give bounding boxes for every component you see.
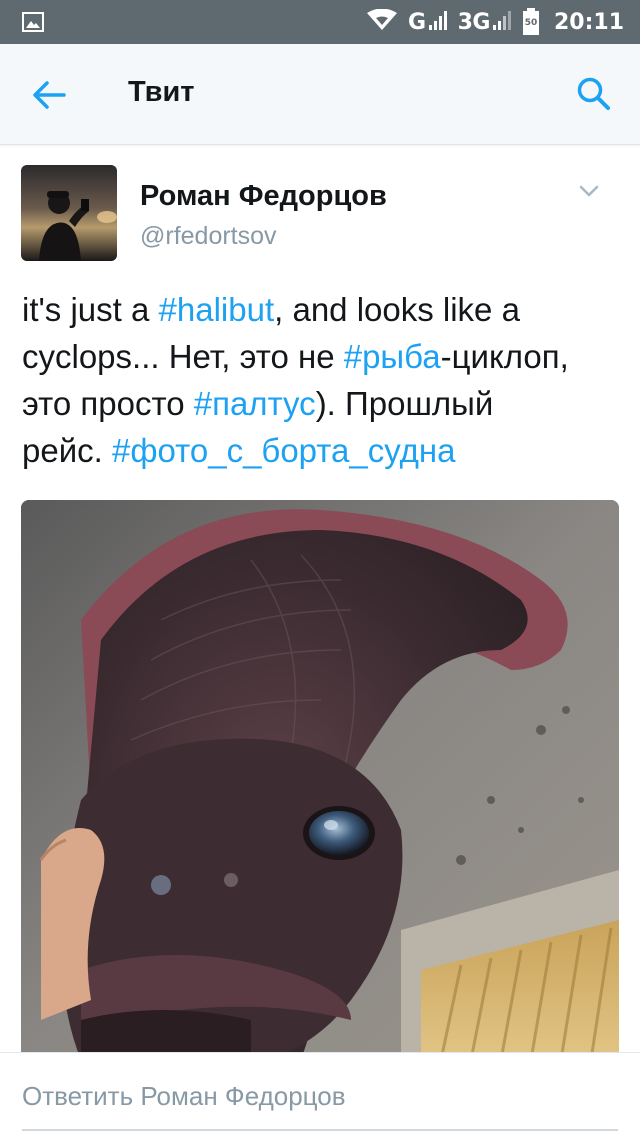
- tweet-text-line: it's just a #halibut, and looks like a: [22, 286, 622, 333]
- back-button[interactable]: [26, 72, 72, 118]
- tweet-photo[interactable]: [21, 500, 619, 1060]
- tweet-text-segment: ). Прошлый: [315, 385, 494, 422]
- halibut-photo: [21, 500, 619, 1060]
- tweet-options-button[interactable]: [575, 180, 603, 202]
- hashtag-link[interactable]: #halibut: [159, 291, 275, 328]
- reply-input[interactable]: Ответить Роман Федорцов: [22, 1081, 346, 1112]
- tweet-text-segment: это просто: [22, 385, 194, 422]
- app-bar: Твит: [0, 44, 640, 145]
- author-handle[interactable]: @rfedortsov: [140, 222, 277, 251]
- signal-icon-2: [492, 9, 512, 36]
- chevron-down-icon: [579, 185, 599, 197]
- tweet-text-line: рейс. #фото_с_борта_судна: [22, 427, 622, 474]
- tweet-text-segment: cyclops... Нет, это не: [22, 338, 344, 375]
- arrow-left-icon: [33, 81, 66, 109]
- reply-bar: Ответить Роман Федорцов: [0, 1052, 640, 1139]
- signal-icon: [428, 9, 448, 36]
- search-button[interactable]: [574, 74, 614, 114]
- search-icon: [577, 77, 610, 110]
- tweet-text-segment: it's just a: [22, 291, 159, 328]
- tweet-text-segment: рейс.: [22, 432, 112, 469]
- clock: 20:11: [553, 9, 624, 35]
- hashtag-link[interactable]: #фото_с_борта_судна: [112, 432, 456, 469]
- reply-underline: [22, 1129, 618, 1131]
- tweet-text-line: это просто #палтус). Прошлый: [22, 380, 622, 427]
- wifi-icon: [366, 8, 398, 36]
- page-title: Твит: [128, 76, 195, 108]
- battery-icon: 50: [522, 8, 540, 36]
- gallery-notification-icon: [22, 12, 44, 37]
- avatar[interactable]: [21, 165, 117, 261]
- hashtag-link[interactable]: #рыба: [344, 338, 441, 375]
- tweet-text-line: cyclops... Нет, это не #рыба-циклоп,: [22, 333, 622, 380]
- tweet-text: it's just a #halibut, and looks like a cy…: [22, 286, 622, 474]
- hashtag-link[interactable]: #палтус: [194, 385, 316, 422]
- network-type-1: G: [408, 9, 426, 35]
- author-name[interactable]: Роман Федорцов: [140, 180, 387, 213]
- tweet-text-segment: , and looks like a: [274, 291, 520, 328]
- battery-level: 50: [524, 18, 538, 28]
- status-bar: G 3G 50 20:11: [0, 0, 640, 44]
- tweet-text-segment: -циклоп,: [440, 338, 569, 375]
- network-type-2: 3G: [457, 9, 491, 35]
